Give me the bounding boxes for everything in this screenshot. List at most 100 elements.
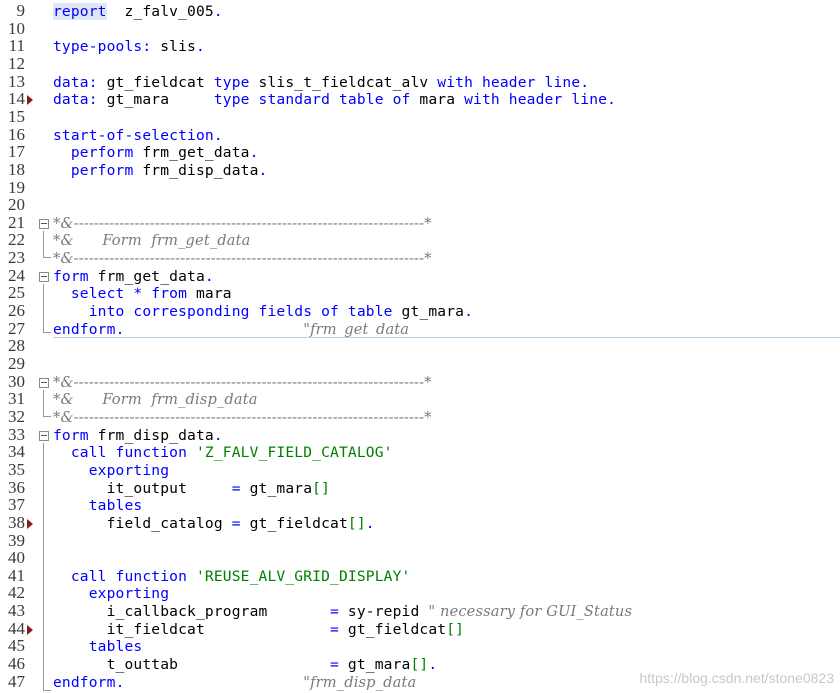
code-line[interactable]: 41 call function 'REUSE_ALV_GRID_DISPLAY… bbox=[0, 565, 840, 586]
code-token: sy-repid bbox=[338, 603, 429, 621]
line-number: 24 bbox=[8, 265, 25, 285]
keyword-token: . bbox=[428, 656, 438, 674]
breakpoint-marker-icon[interactable] bbox=[27, 95, 33, 106]
code-line[interactable]: 38 field_catalog = gt_fieldcat[]. bbox=[0, 512, 840, 533]
code-line[interactable]: 30 *&------------------------------------… bbox=[0, 372, 840, 392]
code-text: call function 'REUSE_ALV_GRID_DISPLAY' bbox=[53, 568, 410, 586]
fold-toggle-icon[interactable] bbox=[39, 430, 49, 441]
code-token: t_outtab bbox=[53, 656, 331, 674]
code-line[interactable]: 36 it_output = gt_mara[] bbox=[0, 478, 840, 498]
code-line[interactable]: 27 endform. "frm_get_data bbox=[0, 319, 840, 339]
code-line[interactable]: 26 into corresponding fields of table gt… bbox=[0, 302, 840, 321]
line-number: 25 bbox=[8, 283, 25, 303]
code-line[interactable]: 12 bbox=[0, 55, 840, 74]
code-line[interactable]: 42 exporting bbox=[0, 584, 840, 603]
keyword-token: . bbox=[607, 91, 617, 109]
code-text: endform. "frm_get_data bbox=[53, 321, 409, 339]
code-line[interactable]: 17 perform frm_get_data. bbox=[0, 143, 840, 162]
keyword-token: = bbox=[231, 514, 241, 532]
code-line[interactable]: 37 tables bbox=[0, 496, 840, 515]
line-number: 35 bbox=[8, 459, 25, 479]
keyword-token: with header line bbox=[437, 73, 581, 91]
code-line[interactable]: 33 form frm_disp_data. bbox=[0, 425, 840, 445]
code-line[interactable]: 22 *& Form frm_get_data bbox=[0, 231, 840, 250]
keyword-token: into corresponding fields of table bbox=[53, 303, 393, 321]
line-number: 38 bbox=[8, 512, 25, 532]
keyword-token: . bbox=[464, 303, 474, 321]
code-text: *& Form frm_disp_data bbox=[53, 391, 258, 409]
code-line[interactable]: 13 data: gt_fieldcat type slis_t_fieldcat… bbox=[0, 72, 840, 92]
code-text: form frm_disp_data. bbox=[53, 427, 223, 445]
keyword-token: type-pools: bbox=[53, 38, 152, 56]
code-text: into corresponding fields of table gt_ma… bbox=[53, 303, 473, 321]
keyword-token: start-of-selection bbox=[53, 126, 214, 144]
code-line[interactable]: 20 bbox=[0, 196, 840, 215]
line-number: 41 bbox=[8, 565, 25, 585]
fold-toggle-icon[interactable] bbox=[39, 271, 49, 282]
code-line[interactable]: 25 select * from mara bbox=[0, 283, 840, 303]
code-line[interactable]: 28 bbox=[0, 336, 840, 356]
code-token: gt_mara bbox=[338, 656, 411, 674]
code-line[interactable]: 23 *&------------------------------------… bbox=[0, 248, 840, 268]
keyword-token: endform bbox=[53, 673, 116, 691]
code-line[interactable]: 29 bbox=[0, 355, 840, 374]
line-number: 10 bbox=[8, 18, 25, 38]
breakpoint-marker-icon[interactable] bbox=[27, 624, 33, 635]
line-number: 46 bbox=[8, 654, 25, 674]
code-line[interactable]: 44 it_fieldcat = gt_fieldcat[] bbox=[0, 620, 840, 639]
keyword-token: . bbox=[365, 514, 375, 532]
keyword-token: endform bbox=[53, 320, 116, 338]
fold-toggle-icon[interactable] bbox=[39, 218, 49, 229]
code-line[interactable]: 9 report z_falv_005. bbox=[0, 1, 840, 21]
code-line[interactable]: 10 bbox=[0, 18, 840, 39]
code-line[interactable]: 15 bbox=[0, 108, 840, 127]
code-text: report z_falv_005. bbox=[53, 3, 223, 21]
string-token: [] bbox=[410, 656, 429, 674]
keyword-token: . bbox=[213, 126, 223, 144]
fold-toggle-icon[interactable] bbox=[39, 377, 49, 388]
code-token: gt_fieldcat bbox=[240, 514, 348, 532]
code-line[interactable]: 32 *&------------------------------------… bbox=[0, 408, 840, 427]
keyword-token: . bbox=[196, 38, 205, 56]
code-line[interactable]: 39 bbox=[0, 531, 840, 551]
line-number: 9 bbox=[16, 1, 26, 20]
code-line[interactable]: 45 tables bbox=[0, 637, 840, 656]
code-token: slis_t_fieldcat_alv bbox=[249, 73, 438, 91]
keyword-token: type bbox=[213, 73, 250, 91]
keyword-token: = bbox=[330, 656, 339, 674]
line-number: 19 bbox=[8, 177, 25, 197]
code-line[interactable]: 40 bbox=[0, 549, 840, 568]
code-line[interactable]: 11 type-pools: slis. bbox=[0, 37, 840, 56]
code-text: tables bbox=[53, 497, 142, 515]
code-text: *& Form frm_get_data bbox=[53, 232, 251, 250]
line-number: 28 bbox=[8, 336, 25, 356]
fold-guide bbox=[43, 443, 44, 690]
keyword-token: exporting bbox=[53, 461, 170, 479]
code-line[interactable]: 14 data: gt_mara type standard table of m… bbox=[0, 90, 840, 109]
fold-guide-end bbox=[43, 257, 51, 258]
code-token: it_fieldcat bbox=[53, 620, 331, 638]
code-line[interactable]: 31 *& Form frm_disp_data bbox=[0, 390, 840, 409]
keyword-token: tables bbox=[53, 638, 143, 656]
line-number: 23 bbox=[8, 248, 25, 268]
code-line[interactable]: 18 perform frm_disp_data. bbox=[0, 161, 840, 180]
breakpoint-marker-icon[interactable] bbox=[27, 518, 33, 529]
code-line[interactable]: 19 bbox=[0, 177, 840, 198]
code-line[interactable]: 43 i_callback_program = sy-repid " neces… bbox=[0, 602, 840, 621]
code-line[interactable]: 24 form frm_get_data. bbox=[0, 265, 840, 286]
code-text: exporting bbox=[53, 462, 169, 480]
keyword-token: call function bbox=[53, 444, 188, 462]
code-text: endform. "frm_disp_data bbox=[53, 674, 416, 692]
string-token: [] bbox=[312, 479, 331, 497]
line-number: 16 bbox=[8, 124, 25, 144]
fold-guide-end bbox=[43, 416, 51, 417]
code-line[interactable]: 34 call function 'Z_FALV_FIELD_CATALOG' bbox=[0, 443, 840, 462]
keyword-token: . bbox=[213, 426, 223, 444]
code-line[interactable]: 16 start-of-selection. bbox=[0, 124, 840, 145]
code-token: gt_fieldcat bbox=[338, 620, 447, 638]
fold-guide-end bbox=[43, 332, 51, 333]
keyword-token: report bbox=[53, 3, 107, 20]
code-line[interactable]: 35 exporting bbox=[0, 459, 840, 480]
code-line[interactable]: 21 *&------------------------------------… bbox=[0, 214, 840, 233]
